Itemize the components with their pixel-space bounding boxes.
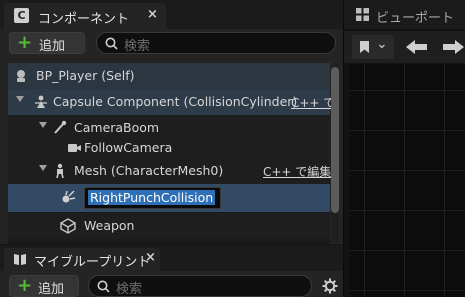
close-icon[interactable]: ×	[147, 7, 158, 22]
chevron-down-icon: ⌄	[376, 36, 388, 52]
gear-icon[interactable]	[322, 278, 338, 294]
grid-line	[350, 290, 465, 291]
capsule-icon	[35, 95, 47, 108]
grid-line	[350, 130, 465, 131]
search-icon	[105, 37, 118, 50]
actor-icon	[17, 70, 25, 82]
component-tab-icon: C	[14, 8, 29, 23]
skeletal-mesh-icon	[56, 163, 64, 179]
viewport-grid-icon	[356, 8, 369, 21]
blueprint-search-input[interactable]: 検索	[88, 275, 312, 297]
tab-viewport[interactable]: ビューポート	[350, 3, 465, 29]
tab-viewport-label: ビューポート	[376, 11, 455, 26]
tab-components-label: コンポーネント	[38, 12, 130, 27]
forward-arrow-icon[interactable]	[440, 38, 465, 56]
expand-arrow-icon[interactable]	[39, 165, 47, 171]
plus-icon: +	[17, 275, 33, 296]
add-blueprint-item-button[interactable]: + 追加	[9, 275, 79, 297]
tree-row-label: Capsule Component (CollisionCylinder)	[53, 94, 298, 109]
grid-line	[404, 64, 405, 297]
tree-row-label: Weapon	[84, 218, 135, 233]
bookmark-icon	[360, 41, 369, 53]
collision-icon	[62, 190, 76, 203]
edit-in-cpp-link[interactable]: C++ で編集	[263, 163, 331, 180]
add-button-label: 追加	[38, 282, 65, 297]
grid-line	[444, 64, 445, 297]
spring-arm-icon	[54, 120, 67, 134]
components-search-input[interactable]: 検索	[96, 32, 336, 54]
grid-line	[364, 64, 365, 297]
tree-row-label: FollowCamera	[84, 140, 173, 155]
tab-my-blueprint[interactable]: マイブループリント ×	[4, 248, 160, 271]
expand-arrow-icon[interactable]	[16, 96, 24, 102]
tree-row-capsule[interactable]: Capsule Component (CollisionCylinder) C+…	[8, 89, 335, 115]
search-placeholder: 検索	[124, 39, 151, 54]
grid-line	[350, 90, 465, 91]
tree-row-weapon[interactable]: Weapon	[8, 213, 330, 239]
static-mesh-icon	[60, 218, 76, 234]
close-icon[interactable]: ×	[145, 250, 156, 265]
grid-line	[350, 250, 465, 251]
tab-my-blueprint-label: マイブループリント	[34, 255, 151, 270]
tree-row-label: Mesh (CharacterMesh0)	[74, 163, 224, 178]
tree-row-mesh[interactable]: Mesh (CharacterMesh0) C++ で編集	[8, 158, 331, 184]
expand-arrow-icon[interactable]	[39, 122, 47, 128]
add-component-button[interactable]: + 追加	[9, 32, 85, 54]
edit-in-cpp-link[interactable]: C++ で	[291, 94, 335, 111]
grid-line	[350, 210, 465, 211]
camera-icon	[68, 144, 81, 152]
search-placeholder: 検索	[116, 282, 143, 297]
book-icon	[14, 254, 26, 265]
tree-row-label: BP_Player (Self)	[36, 68, 135, 83]
back-arrow-icon[interactable]	[404, 38, 430, 56]
tab-components[interactable]: C コンポーネント ×	[4, 3, 166, 29]
viewport-canvas[interactable]	[350, 64, 465, 297]
tree-row-bp-player[interactable]: BP_Player (Self)	[8, 63, 330, 89]
bookmark-dropdown-button[interactable]: ⌄	[352, 35, 394, 59]
grid-line	[350, 170, 465, 171]
rename-input-value[interactable]: RightPunchCollision	[88, 190, 216, 205]
add-button-label: 追加	[39, 39, 66, 54]
plus-icon: +	[17, 32, 33, 53]
search-icon	[97, 280, 110, 293]
tree-row-label: CameraBoom	[74, 120, 160, 135]
tree-scroll-thumb[interactable]	[331, 67, 339, 213]
